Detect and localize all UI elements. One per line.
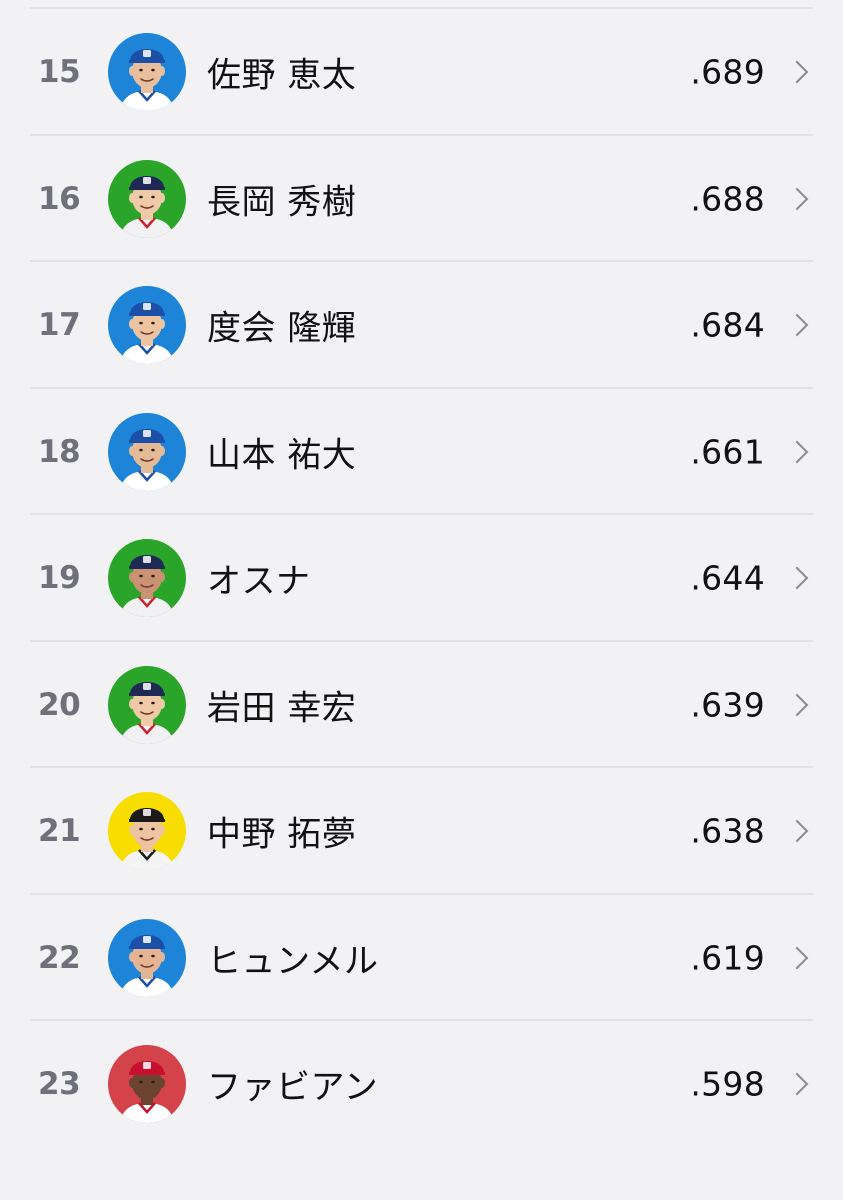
stat-value: .644	[690, 558, 765, 598]
stat-value: .688	[690, 179, 765, 219]
chevron-right-icon	[785, 566, 809, 590]
player-name: オスナ	[207, 561, 311, 602]
chevron-right-icon	[785, 440, 809, 464]
chevron-right-icon	[785, 819, 809, 843]
rank-number: 23	[38, 1066, 81, 1103]
rank-number: 21	[38, 813, 81, 850]
player-avatar	[108, 539, 186, 618]
player-name: 岩田 幸宏	[207, 688, 357, 729]
list-item[interactable]: 22 ヒュンメル .619	[0, 895, 843, 1022]
player-avatar	[108, 792, 186, 871]
list-item[interactable]: 18 山本 祐大 .661	[0, 389, 843, 516]
stat-value: .619	[690, 938, 765, 978]
chevron-right-icon	[785, 187, 809, 211]
chevron-right-icon	[785, 1072, 809, 1096]
list-item[interactable]: 15 佐野 恵太 .689	[0, 9, 843, 136]
player-name: 山本 祐大	[207, 435, 357, 476]
chevron-right-icon	[785, 946, 809, 970]
ranking-list: 15 佐野 恵太 .689 16 長岡 秀樹 .688 17 度会 隆輝 .68…	[0, 9, 843, 1148]
player-avatar	[108, 286, 186, 365]
list-item[interactable]: 16 長岡 秀樹 .688	[0, 136, 843, 263]
stat-value: .689	[690, 52, 765, 92]
player-avatar	[108, 665, 186, 744]
chevron-right-icon	[785, 693, 809, 717]
rank-number: 20	[38, 686, 81, 723]
list-item[interactable]: 17 度会 隆輝 .684	[0, 262, 843, 389]
chevron-right-icon	[785, 60, 809, 84]
player-avatar	[108, 412, 186, 491]
player-name: 長岡 秀樹	[207, 182, 357, 223]
player-name: 中野 拓夢	[207, 814, 357, 855]
rank-number: 15	[38, 54, 81, 91]
stat-value: .639	[690, 685, 765, 725]
chevron-right-icon	[785, 313, 809, 337]
rank-number: 16	[38, 180, 81, 217]
stat-value: .598	[690, 1064, 765, 1104]
player-name: ファビアン	[207, 1067, 379, 1108]
stat-value: .638	[690, 811, 765, 851]
rank-number: 17	[38, 307, 81, 344]
player-avatar	[108, 33, 186, 112]
list-item[interactable]: 23 ファビアン .598	[0, 1021, 843, 1148]
player-avatar	[108, 918, 186, 997]
player-avatar	[108, 159, 186, 238]
rank-number: 22	[38, 939, 81, 976]
stat-value: .661	[690, 432, 765, 472]
player-name: 佐野 恵太	[207, 55, 357, 96]
player-avatar	[108, 1045, 186, 1124]
list-item[interactable]: 20 岩田 幸宏 .639	[0, 642, 843, 769]
rank-number: 19	[38, 560, 81, 597]
list-item[interactable]: 21 中野 拓夢 .638	[0, 768, 843, 895]
rank-number: 18	[38, 433, 81, 470]
stat-value: .684	[690, 305, 765, 345]
list-item[interactable]: 19 オスナ .644	[0, 515, 843, 642]
player-name: ヒュンメル	[207, 941, 379, 982]
player-name: 度会 隆輝	[207, 308, 357, 349]
